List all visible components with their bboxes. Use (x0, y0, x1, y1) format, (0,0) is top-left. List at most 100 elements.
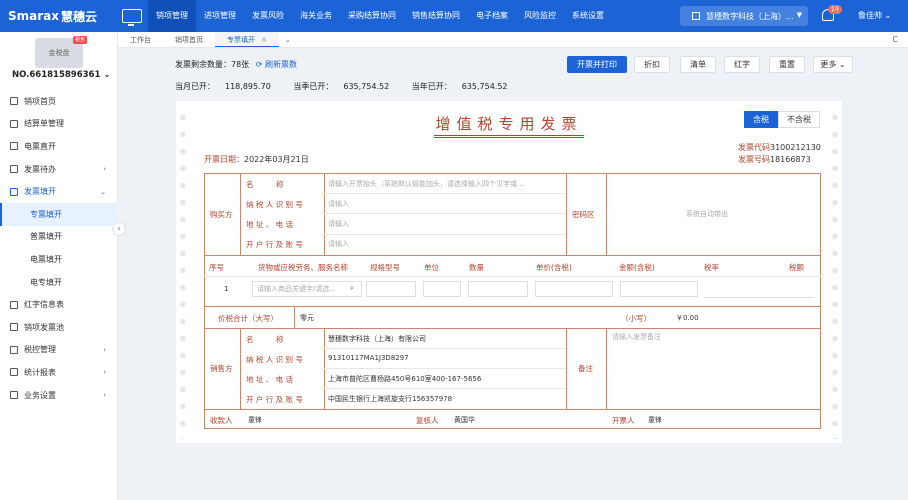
sidebar-item-label: 统计报表 (24, 367, 56, 378)
pool-icon (10, 323, 18, 331)
sidebar-item-label: 发票填开 (24, 186, 56, 197)
qty-input[interactable] (468, 281, 528, 297)
remaining-value: 78张 (231, 60, 249, 69)
tax-exclusive-option[interactable]: 不含税 (778, 111, 820, 128)
buyer-label: 购买方 (210, 209, 233, 220)
sidebar-item-e-invoice[interactable]: 电票填开 (0, 248, 118, 271)
nav-sales-settlement[interactable]: 销售结算协同 (404, 0, 468, 32)
cipher-label: 密码区 (572, 209, 595, 220)
buyer-addr-input[interactable]: 请输入 (328, 219, 564, 229)
sidebar-collapse-button[interactable]: ‹ (112, 222, 126, 236)
chart-icon (10, 368, 18, 376)
seller-address[interactable]: 上海市普陀区曹杨路450号610室400-167-5656 (328, 374, 564, 384)
sidebar-item-general-invoice[interactable]: 普票填开 (0, 226, 118, 249)
user-menu[interactable]: 鲁佳帅 ⌄ (858, 0, 891, 32)
nav-input[interactable]: 进项管理 (196, 0, 244, 32)
sidebar-item-label: 普票填开 (30, 231, 62, 242)
tab-workbench[interactable]: 工作台 (118, 32, 163, 47)
sidebar-item-tax-control[interactable]: 税控管理› (0, 339, 118, 362)
sidebar-item-invoice-pool[interactable]: 销项发票池 (0, 316, 118, 339)
invoice-form: 增值税专用发票 含税 不含税 发票代码3100212130 发票号码181668… (176, 101, 842, 443)
reload-icon[interactable]: C (892, 32, 898, 48)
issue-print-button[interactable]: 开票并打印 (567, 56, 627, 73)
company-select[interactable]: 慧穗数字科技（上海）... ▼ (680, 6, 808, 26)
buyer-bank-input[interactable]: 请输入 (328, 239, 564, 249)
remark-label: 备注 (578, 363, 593, 374)
amount-input[interactable] (620, 281, 698, 297)
monitor-icon[interactable] (122, 9, 142, 23)
nav-monitor[interactable]: 风险监控 (516, 0, 564, 32)
price-input[interactable] (535, 281, 613, 297)
tax-disk-card: 金税盘 税务 (35, 38, 83, 68)
sidebar-item-red-info[interactable]: 红字信息表 (0, 293, 118, 316)
account-select[interactable]: NO.661815896361 ⌄ (12, 70, 112, 80)
buyer-name-input[interactable]: 请输入开票抬头（系统默认智能加头，请选择输入四个汉字或... (328, 179, 564, 189)
item-name-input[interactable]: 请输入商品关键字/请选... (252, 281, 362, 297)
cipher-text: 系统自动带出 (686, 209, 728, 219)
list-button[interactable]: 清单 (680, 56, 716, 73)
sidebar-item-e-invoice-direct[interactable]: 电票直开 (0, 135, 118, 158)
year-issued: 当年已开：635,754.52 (412, 82, 518, 91)
sidebar-item-special-invoice[interactable]: 专票填开 (0, 203, 118, 226)
title-underline-2 (434, 137, 584, 138)
sidebar: 金税盘 税务 NO.661815896361 ⌄ 销项首页 结算单管理 电票直开… (0, 32, 118, 500)
quarter-label: 当季已开： (293, 82, 333, 91)
nav-sales[interactable]: 销项管理 (148, 0, 196, 32)
refresh-count-link[interactable]: ⟳ 刷新票数 (256, 60, 297, 69)
issued-stats: 当月已开：118,895.70 当季已开：635,754.52 当年已开：635… (175, 81, 528, 92)
spec-input[interactable] (366, 281, 416, 297)
sidebar-item-sales-home[interactable]: 销项首页 (0, 90, 118, 113)
brand-logo[interactable]: Smarax慧穗云 (0, 0, 118, 32)
tab-special-invoice[interactable]: 专票填开× (215, 32, 279, 47)
sidebar-item-label: 业务设置 (24, 390, 56, 401)
unit-input[interactable] (423, 281, 461, 297)
nav-archive[interactable]: 电子档案 (468, 0, 516, 32)
red-invoice-button[interactable]: 红字 (724, 56, 760, 73)
number-label: 发票号码 (738, 155, 770, 164)
invoice-code: 发票代码3100212130 (738, 142, 821, 153)
nav-settings[interactable]: 系统设置 (564, 0, 612, 32)
seller-bank[interactable]: 中国民生银行上海凯旋支行156357978 (328, 394, 564, 404)
reset-button[interactable]: 重置 (769, 56, 805, 73)
todo-icon (10, 165, 18, 173)
sidebar-item-e-special[interactable]: 电专填开 (0, 271, 118, 294)
invoice-title: 增值税专用发票 (176, 113, 842, 134)
more-button[interactable]: 更多 ⌄ (813, 56, 853, 73)
issuer-label: 开票人 (612, 415, 635, 426)
buyer-taxid-input[interactable]: 请输入 (328, 199, 564, 209)
search-icon[interactable]: ⌕ (350, 284, 354, 293)
payee-value[interactable]: 童锋 (248, 415, 262, 425)
sidebar-item-label: 发票待办 (24, 164, 56, 175)
notification-badge: 14 (828, 5, 842, 14)
tax-inclusive-option[interactable]: 含税 (744, 111, 778, 128)
title-underline (434, 135, 584, 136)
sidebar-item-invoice-todo[interactable]: 发票待办› (0, 158, 118, 181)
total-chinese: 零元 (300, 313, 314, 323)
more-label: 更多 (820, 60, 836, 69)
sidebar-item-invoice-fill[interactable]: 发票填开⌄ (0, 180, 118, 203)
sidebar-item-settlement[interactable]: 结算单管理 (0, 113, 118, 136)
seller-name[interactable]: 慧穗数字科技（上海）有限公司 (328, 334, 564, 344)
reviewer-value[interactable]: 黄国华 (454, 415, 475, 425)
remark-input[interactable]: 请输入发票备注 (612, 332, 812, 342)
chevron-down-icon[interactable]: ⌄ (279, 32, 297, 47)
chevron-right-icon: › (103, 346, 106, 354)
seller-taxid[interactable]: 91310117MA1J3D8297 (328, 354, 564, 362)
sidebar-item-business-settings[interactable]: 业务设置› (0, 384, 118, 407)
logo-text-mid: ax (43, 9, 59, 23)
issuer-value[interactable]: 童锋 (648, 415, 662, 425)
quarter-issued: 当季已开：635,754.52 (293, 82, 399, 91)
tax-toggle: 含税 不含税 (744, 111, 820, 128)
close-icon[interactable]: × (261, 36, 267, 44)
nav-risk[interactable]: 发票风险 (244, 0, 292, 32)
sidebar-item-reports[interactable]: 统计报表› (0, 361, 118, 384)
perforation-right (832, 109, 838, 439)
nav-purchase-settlement[interactable]: 采购结算协同 (340, 0, 404, 32)
month-label: 当月已开： (175, 82, 215, 91)
tab-sales-home[interactable]: 销项首页 (163, 32, 215, 47)
divider (606, 173, 607, 255)
nav-customs[interactable]: 海关业务 (292, 0, 340, 32)
col-rate: 税率 (704, 262, 719, 273)
account-number: NO.661815896361 (12, 70, 100, 80)
discount-button[interactable]: 折扣 (634, 56, 670, 73)
